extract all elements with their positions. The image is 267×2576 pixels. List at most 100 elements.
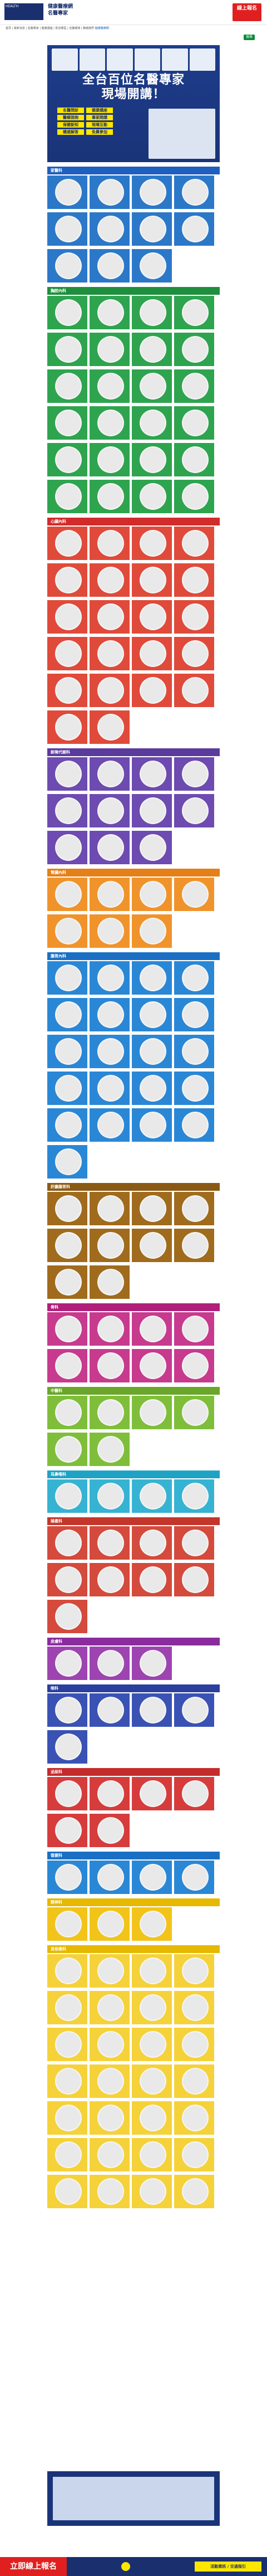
- doctor-card[interactable]: [132, 2175, 172, 2208]
- doctor-card[interactable]: [47, 1563, 87, 1596]
- doctor-card[interactable]: [47, 1349, 87, 1382]
- doctor-card[interactable]: [132, 2064, 172, 2098]
- doctor-card[interactable]: [47, 710, 87, 744]
- doctor-card[interactable]: [47, 1265, 87, 1299]
- doctor-card[interactable]: [47, 1145, 87, 1179]
- doctor-card[interactable]: [174, 794, 214, 827]
- doctor-card[interactable]: [47, 2064, 87, 2098]
- doctor-card[interactable]: [174, 563, 214, 597]
- doctor-card[interactable]: [174, 878, 214, 911]
- doctor-card[interactable]: [174, 1108, 214, 1142]
- doctor-card[interactable]: [90, 961, 130, 995]
- doctor-card[interactable]: [132, 2028, 172, 2061]
- doctor-card[interactable]: [47, 600, 87, 634]
- doctor-card[interactable]: [174, 2138, 214, 2171]
- doctor-card[interactable]: [47, 2138, 87, 2171]
- doctor-card[interactable]: [132, 998, 172, 1031]
- doctor-card[interactable]: [174, 637, 214, 670]
- doctor-card[interactable]: [47, 1035, 87, 1068]
- hero-banner[interactable]: 全台百位名醫專家 現場開講！ 名醫問診 健康講座 醫療諮詢 專家開講 保健新知 現場互動權…: [47, 45, 220, 162]
- doctor-card[interactable]: [132, 1777, 172, 1810]
- doctor-card[interactable]: [174, 406, 214, 440]
- doctor-card[interactable]: [47, 1229, 87, 1262]
- doctor-card[interactable]: [90, 2028, 130, 2061]
- doctor-card[interactable]: [174, 333, 214, 366]
- doctor-card[interactable]: [174, 2064, 214, 2098]
- doctor-card[interactable]: [132, 1479, 172, 1513]
- doctor-card[interactable]: [90, 1108, 130, 1142]
- doctor-card[interactable]: [132, 1907, 172, 1941]
- doctor-card[interactable]: [132, 480, 172, 513]
- doctor-card[interactable]: [90, 2175, 130, 2208]
- doctor-card[interactable]: [132, 1229, 172, 1262]
- doctor-card[interactable]: [90, 1479, 130, 1513]
- doctor-card[interactable]: [90, 333, 130, 366]
- doctor-card[interactable]: [132, 600, 172, 634]
- doctor-card[interactable]: [47, 1693, 87, 1727]
- doctor-card[interactable]: [174, 212, 214, 246]
- doctor-card[interactable]: [132, 2101, 172, 2135]
- doctor-card[interactable]: [132, 794, 172, 827]
- doctor-card[interactable]: [90, 710, 130, 744]
- doctor-card[interactable]: [90, 831, 130, 864]
- doctor-card[interactable]: [132, 1861, 172, 1894]
- doctor-card[interactable]: [90, 2064, 130, 2098]
- doctor-card[interactable]: [132, 637, 172, 670]
- doctor-card[interactable]: [132, 1563, 172, 1596]
- doctor-card[interactable]: [90, 296, 130, 329]
- doctor-card[interactable]: [90, 600, 130, 634]
- doctor-card[interactable]: [174, 757, 214, 791]
- doctor-card[interactable]: [47, 1814, 87, 1847]
- search-button[interactable]: 搜尋: [244, 35, 255, 40]
- doctor-card[interactable]: [90, 1777, 130, 1810]
- doctor-card[interactable]: [174, 1349, 214, 1382]
- doctor-card[interactable]: [90, 212, 130, 246]
- doctor-card[interactable]: [174, 369, 214, 403]
- site-logo[interactable]: HEALTH: [4, 3, 43, 20]
- doctor-card[interactable]: [174, 1693, 214, 1727]
- doctor-card[interactable]: [90, 1265, 130, 1299]
- subnav-brand[interactable]: 健康醫療網: [95, 27, 109, 30]
- footer-banner[interactable]: [47, 2471, 220, 2526]
- doctor-card[interactable]: [132, 249, 172, 283]
- doctor-card[interactable]: [90, 794, 130, 827]
- doctor-card[interactable]: [90, 998, 130, 1031]
- doctor-card[interactable]: [174, 1035, 214, 1068]
- doctor-card[interactable]: [174, 2101, 214, 2135]
- doctor-card[interactable]: [47, 1433, 87, 1466]
- doctor-card[interactable]: [132, 1526, 172, 1560]
- doctor-card[interactable]: [47, 998, 87, 1031]
- doctor-card[interactable]: [132, 333, 172, 366]
- doctor-card[interactable]: [132, 296, 172, 329]
- doctor-card[interactable]: [132, 1954, 172, 1988]
- doctor-card[interactable]: [47, 212, 87, 246]
- doctor-card[interactable]: [132, 443, 172, 476]
- doctor-card[interactable]: [174, 296, 214, 329]
- doctor-card[interactable]: [47, 249, 87, 283]
- doctor-card[interactable]: [174, 1192, 214, 1225]
- doctor-card[interactable]: [90, 914, 130, 948]
- doctor-card[interactable]: [132, 831, 172, 864]
- doctor-card[interactable]: [132, 878, 172, 911]
- doctor-card[interactable]: [47, 914, 87, 948]
- doctor-card[interactable]: [174, 2028, 214, 2061]
- doctor-card[interactable]: [132, 2138, 172, 2171]
- doctor-card[interactable]: [90, 1229, 130, 1262]
- doctor-card[interactable]: [174, 1861, 214, 1894]
- doctor-card[interactable]: [47, 1396, 87, 1429]
- bottom-info-button[interactable]: 活動資訊 / 交通指引: [195, 2562, 261, 2572]
- doctor-card[interactable]: [90, 2101, 130, 2135]
- doctor-card[interactable]: [90, 1907, 130, 1941]
- doctor-card[interactable]: [90, 249, 130, 283]
- doctor-card[interactable]: [174, 600, 214, 634]
- doctor-card[interactable]: [174, 1526, 214, 1560]
- doctor-card[interactable]: [47, 1526, 87, 1560]
- doctor-card[interactable]: [132, 1108, 172, 1142]
- doctor-card[interactable]: [132, 1072, 172, 1105]
- subnav-links[interactable]: 首頁 | 最新消息 | 名醫專家 | 健康講座 | 影音專區 | 名醫報導 | …: [6, 27, 94, 30]
- doctor-card[interactable]: [47, 2101, 87, 2135]
- doctor-card[interactable]: [47, 369, 87, 403]
- doctor-card[interactable]: [47, 1991, 87, 2024]
- doctor-card[interactable]: [132, 527, 172, 560]
- doctor-card[interactable]: [174, 443, 214, 476]
